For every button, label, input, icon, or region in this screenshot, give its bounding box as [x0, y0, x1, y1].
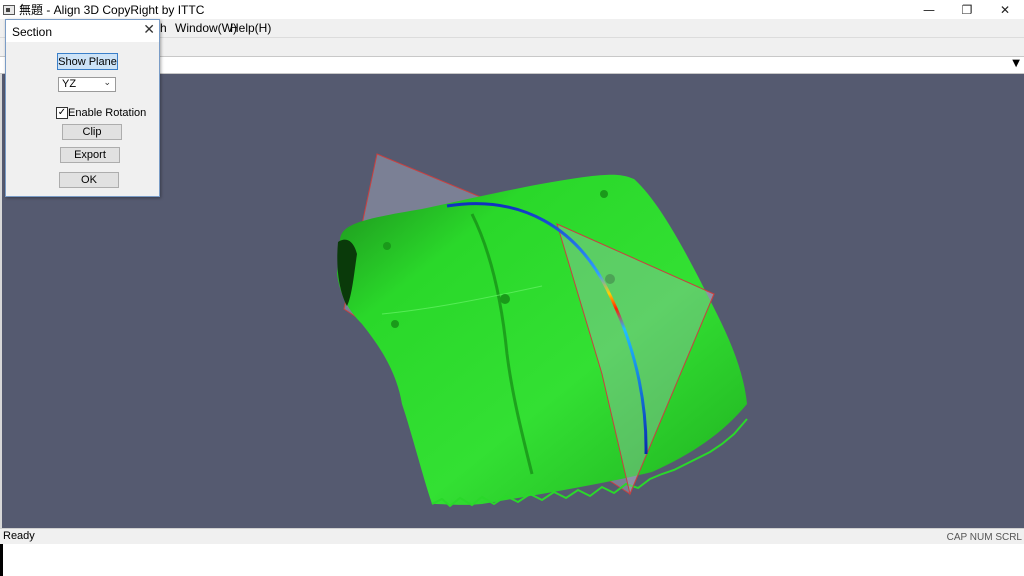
status-bar: Ready CAP NUM SCRL: [0, 528, 1024, 544]
show-plane-button[interactable]: Show Plane: [57, 53, 118, 70]
clip-button[interactable]: Clip: [62, 124, 122, 140]
mesh-hole: [391, 320, 399, 328]
dialog-title: Section: [12, 25, 53, 39]
title-bar: 無題 - Align 3D CopyRight by ITTC — ❐ ✕: [0, 0, 1024, 19]
menu-item-window[interactable]: Window(W): [175, 21, 237, 35]
section-dialog: Section ✕ Show Plane YZ ⌄ ✓ Enable Rotat…: [5, 19, 160, 197]
app-icon[interactable]: [3, 4, 15, 15]
enable-rotation-label: Enable Rotation: [68, 107, 147, 119]
ok-button[interactable]: OK: [59, 172, 119, 188]
status-indicators: CAP NUM SCRL: [946, 532, 1022, 543]
window-controls: — ❐ ✕: [910, 0, 1024, 19]
restore-button[interactable]: ❐: [948, 0, 986, 19]
chevron-down-icon: ⌄: [103, 78, 111, 88]
close-icon[interactable]: ✕: [143, 22, 155, 38]
window-title: 無題 - Align 3D CopyRight by ITTC: [19, 3, 205, 17]
menu-item-help[interactable]: Help(H): [230, 21, 271, 35]
bottom-area: [0, 544, 1024, 576]
mesh-hole: [383, 242, 391, 250]
enable-rotation-checkbox[interactable]: ✓: [56, 107, 68, 119]
plane-select-value: YZ: [62, 78, 77, 90]
dialog-title-bar[interactable]: Section ✕: [6, 20, 159, 42]
mesh-hole: [500, 294, 510, 304]
close-window-button[interactable]: ✕: [986, 0, 1024, 19]
plane-select[interactable]: YZ ⌄: [58, 77, 116, 92]
screen-edge: [0, 544, 3, 576]
minimize-button[interactable]: —: [910, 0, 948, 19]
export-button[interactable]: Export: [60, 147, 120, 163]
status-text: Ready: [3, 530, 35, 542]
dropdown-arrow-icon[interactable]: ▼: [1012, 58, 1020, 69]
menu-item-partial[interactable]: h: [160, 21, 167, 35]
mesh-hole: [600, 190, 608, 198]
